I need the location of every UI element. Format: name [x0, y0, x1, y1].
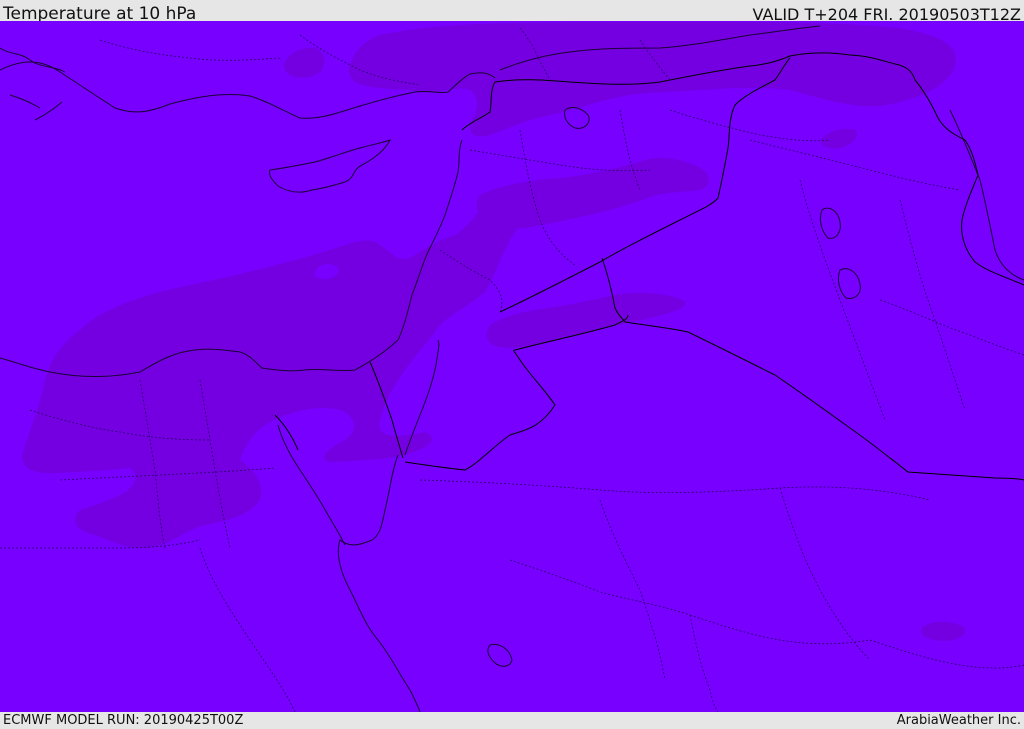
footer-bar: ECMWF MODEL RUN: 20190425T00Z ArabiaWeat… [0, 712, 1024, 729]
header-bar: Temperature at 10 hPa VALID T+204 FRI. 2… [0, 0, 1024, 24]
forecast-map-frame: Temperature at 10 hPa VALID T+204 FRI. 2… [0, 0, 1024, 729]
map-canvas [0, 21, 1024, 712]
model-run-label: ECMWF MODEL RUN: 20190425T00Z [3, 713, 244, 728]
temperature-map[interactable] [0, 21, 1024, 712]
brand-label: ArabiaWeather Inc. [896, 713, 1021, 728]
